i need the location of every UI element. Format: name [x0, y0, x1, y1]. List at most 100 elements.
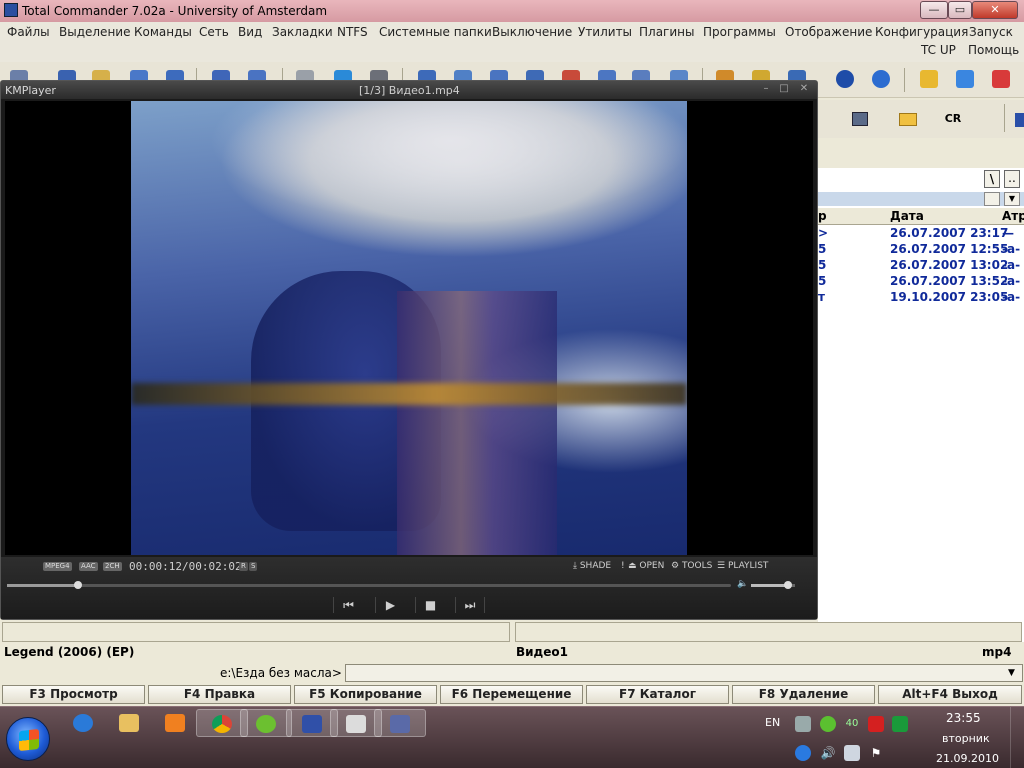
- power-icon[interactable]: [795, 745, 811, 761]
- right-path-bar[interactable]: ▼: [818, 192, 1024, 206]
- file-row[interactable]: 5 26.07.2007 13:52 -a-: [818, 274, 1024, 290]
- network-icon[interactable]: [844, 745, 860, 761]
- f3-view-button[interactable]: F3 Просмотр: [2, 685, 145, 704]
- clock-time[interactable]: 23:55: [946, 711, 981, 725]
- kmplayer-close-button[interactable]: ✕: [799, 84, 809, 94]
- shade-button[interactable]: ⤓ SHADE: [573, 561, 611, 571]
- menu-utilities[interactable]: Утилиты: [578, 25, 632, 39]
- file-row[interactable]: 5 26.07.2007 13:02 -a-: [818, 258, 1024, 274]
- tc-menu-bar: Файлы Выделение Команды Сеть Вид Закладк…: [0, 22, 1024, 62]
- file-name-tail: 5: [818, 274, 827, 288]
- blue-cube-icon[interactable]: [956, 70, 974, 88]
- app-taskbar-button[interactable]: [240, 709, 292, 737]
- tc-title-bar[interactable]: Total Commander 7.02a - University of Am…: [0, 0, 1024, 22]
- playlist-button[interactable]: ☰ PLAYLIST: [717, 561, 768, 571]
- menu-shutdown[interactable]: Выключение: [492, 25, 572, 39]
- file-row[interactable]: т 19.10.2007 23:05 -a-: [818, 290, 1024, 306]
- green-tray-icon[interactable]: [820, 716, 836, 732]
- show-desktop-button[interactable]: [1010, 707, 1024, 768]
- alt-f4-exit-button[interactable]: Alt+F4 Выход: [878, 685, 1022, 704]
- system-tray: EN 40 🔊 ⚑ 23:55 вторник 21.09.2010: [760, 707, 1024, 768]
- menu-display[interactable]: Отображение: [785, 25, 872, 39]
- tc-close-button[interactable]: ✕: [972, 1, 1018, 19]
- shuffle-toggle[interactable]: S: [249, 562, 258, 571]
- open-button[interactable]: ⏏ OPEN: [628, 561, 664, 571]
- kmplayer-taskbar-button[interactable]: [374, 709, 426, 737]
- parent-dir-button[interactable]: ..: [1004, 170, 1020, 188]
- menu-help[interactable]: Помощь: [968, 43, 1019, 57]
- f6-move-button[interactable]: F6 Перемещение: [440, 685, 583, 704]
- root-dir-button[interactable]: \: [984, 170, 1000, 188]
- file-name-tail: 5: [818, 258, 827, 272]
- playback-time[interactable]: 00:00:12/00:02:02: [129, 560, 242, 573]
- volume-slider[interactable]: [751, 581, 795, 589]
- speaker-icon[interactable]: 🔈: [737, 579, 748, 589]
- globe-icon[interactable]: [836, 70, 854, 88]
- kmplayer-minimize-button[interactable]: –: [761, 84, 771, 94]
- menu-launch[interactable]: Запуск: [969, 25, 1013, 39]
- ie-taskbar-button[interactable]: [58, 709, 110, 737]
- kmplayer-logo[interactable]: KMPlayer: [5, 84, 56, 97]
- tc-maximize-button[interactable]: ▭: [948, 1, 972, 19]
- terminal-icon[interactable]: [1012, 106, 1024, 132]
- history-star-icon[interactable]: [984, 192, 1000, 206]
- kmplayer-maximize-button[interactable]: □: [779, 84, 789, 94]
- menu-configuration[interactable]: Конфигурация: [875, 25, 968, 39]
- volume-icon[interactable]: 🔊: [820, 745, 836, 761]
- monitor-icon[interactable]: [846, 106, 872, 132]
- kmplayer-title-bar[interactable]: KMPlayer [1/3] Видео1.mp4 – □ ✕: [1, 81, 817, 99]
- volume-handle[interactable]: [784, 581, 793, 589]
- file-row[interactable]: > 26.07.2007 23:17 —: [818, 226, 1024, 242]
- menu-files[interactable]: Файлы: [7, 25, 50, 39]
- browser-icon[interactable]: [872, 70, 890, 88]
- menu-system-folders[interactable]: Системные папки: [379, 25, 492, 39]
- menu-bookmarks[interactable]: Закладки: [272, 25, 333, 39]
- menu-commands[interactable]: Команды: [134, 25, 192, 39]
- menu-plugins[interactable]: Плагины: [639, 25, 694, 39]
- cr-button[interactable]: CR: [940, 106, 966, 132]
- f8-delete-button[interactable]: F8 Удаление: [732, 685, 875, 704]
- f5-copy-button[interactable]: F5 Копирование: [294, 685, 437, 704]
- usb-icon[interactable]: [795, 716, 811, 732]
- utorrent-icon[interactable]: [892, 716, 908, 732]
- menu-network[interactable]: Сеть: [199, 25, 229, 39]
- file-row[interactable]: 5 26.07.2007 12:55 -a-: [818, 242, 1024, 258]
- red-cube-icon[interactable]: [992, 70, 1010, 88]
- clock-day[interactable]: вторник: [942, 732, 990, 745]
- play-button[interactable]: ▶: [375, 597, 405, 613]
- menu-tc-up[interactable]: TC UP: [921, 43, 956, 57]
- ati-icon[interactable]: [868, 716, 884, 732]
- start-button[interactable]: [6, 717, 50, 761]
- menu-selection[interactable]: Выделение: [59, 25, 130, 39]
- menu-ntfs[interactable]: NTFS: [337, 25, 368, 39]
- column-date[interactable]: Дата: [890, 209, 924, 223]
- column-attr[interactable]: Атр: [1002, 209, 1024, 223]
- folder-icon[interactable]: [894, 106, 920, 132]
- explorer-taskbar-button[interactable]: [104, 709, 156, 737]
- tc-minimize-button[interactable]: —: [920, 1, 948, 19]
- chevron-down-icon[interactable]: ▼: [1004, 192, 1020, 206]
- f4-edit-button[interactable]: F4 Правка: [148, 685, 291, 704]
- column-name-tail[interactable]: р: [818, 209, 827, 223]
- previous-button[interactable]: ⏮: [333, 597, 363, 613]
- seek-bar[interactable]: [7, 581, 731, 589]
- menu-view[interactable]: Вид: [238, 25, 262, 39]
- clock-date[interactable]: 21.09.2010: [936, 752, 999, 765]
- command-input[interactable]: [345, 664, 1023, 682]
- media-player-taskbar-button[interactable]: [150, 709, 202, 737]
- f7-mkdir-button[interactable]: F7 Каталог: [586, 685, 729, 704]
- volume-fill: [751, 584, 789, 587]
- stop-button[interactable]: ■: [415, 597, 445, 613]
- action-center-flag-icon[interactable]: ⚑: [868, 745, 884, 761]
- chevron-down-icon[interactable]: ▼: [1008, 668, 1015, 678]
- repeat-toggle[interactable]: R: [239, 562, 248, 571]
- tray-counter[interactable]: 40: [844, 716, 860, 732]
- menu-programs[interactable]: Программы: [703, 25, 776, 39]
- language-indicator[interactable]: EN: [765, 716, 780, 729]
- tools-button[interactable]: ⚙ TOOLS: [671, 561, 712, 571]
- video-area[interactable]: [5, 101, 813, 555]
- next-button[interactable]: ⏭: [455, 597, 485, 613]
- seek-handle[interactable]: [73, 581, 82, 589]
- file-info-line: Legend (2006) (EP) Видео1 mp4: [0, 644, 1024, 662]
- yellow-cube-icon[interactable]: [920, 70, 938, 88]
